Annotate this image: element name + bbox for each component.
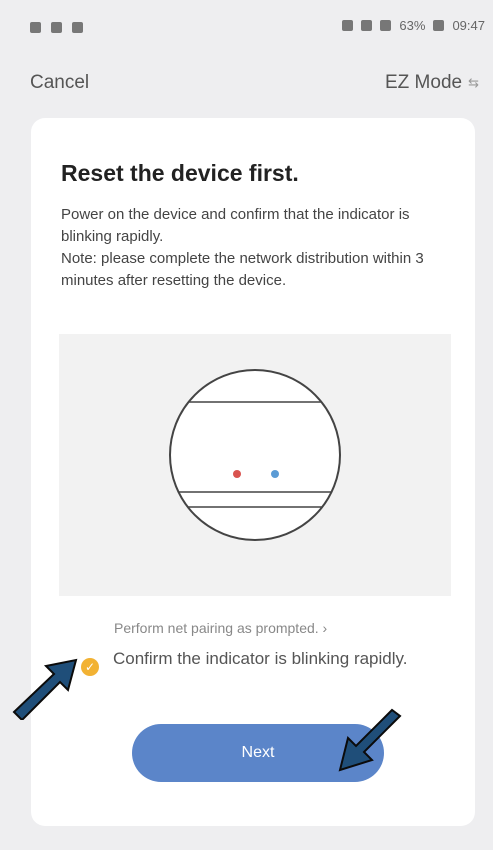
swap-arrows-icon: ⇆ [468,75,479,90]
net-pairing-prompt-link[interactable]: Perform net pairing as prompted. › [114,620,327,636]
device-illustration [59,334,451,596]
status-bar: 63% 09:47 [0,0,493,56]
ez-mode-switch[interactable]: EZ Mode ⇆ [385,72,479,94]
mode-label: EZ Mode [385,72,463,93]
device-body [169,369,341,541]
indicator-led-red [233,470,241,478]
instruction-text: Power on the device and confirm that the… [61,206,424,289]
wifi-signal-icon [380,20,392,31]
annotation-arrow-checkbox [12,658,78,720]
notification-icons [30,22,83,33]
system-icons: 63% 09:47 [342,18,485,33]
clock: 09:47 [452,18,485,33]
calendar-icon [72,22,83,33]
gallery-icon [30,22,41,33]
indicator-led-blue [271,470,279,478]
nfc-icon [361,20,373,31]
top-bar: Cancel EZ Mode ⇆ [0,62,493,102]
confirm-label: Confirm the indicator is blinking rapidl… [113,649,408,668]
page-title: Reset the device first. [61,160,299,186]
cancel-button[interactable]: Cancel [30,72,89,94]
battery-percent: 63% [399,18,426,33]
shopping-bag-icon [51,22,62,33]
annotation-arrow-next [338,708,402,772]
mute-icon [342,20,354,31]
battery-icon [433,20,445,31]
